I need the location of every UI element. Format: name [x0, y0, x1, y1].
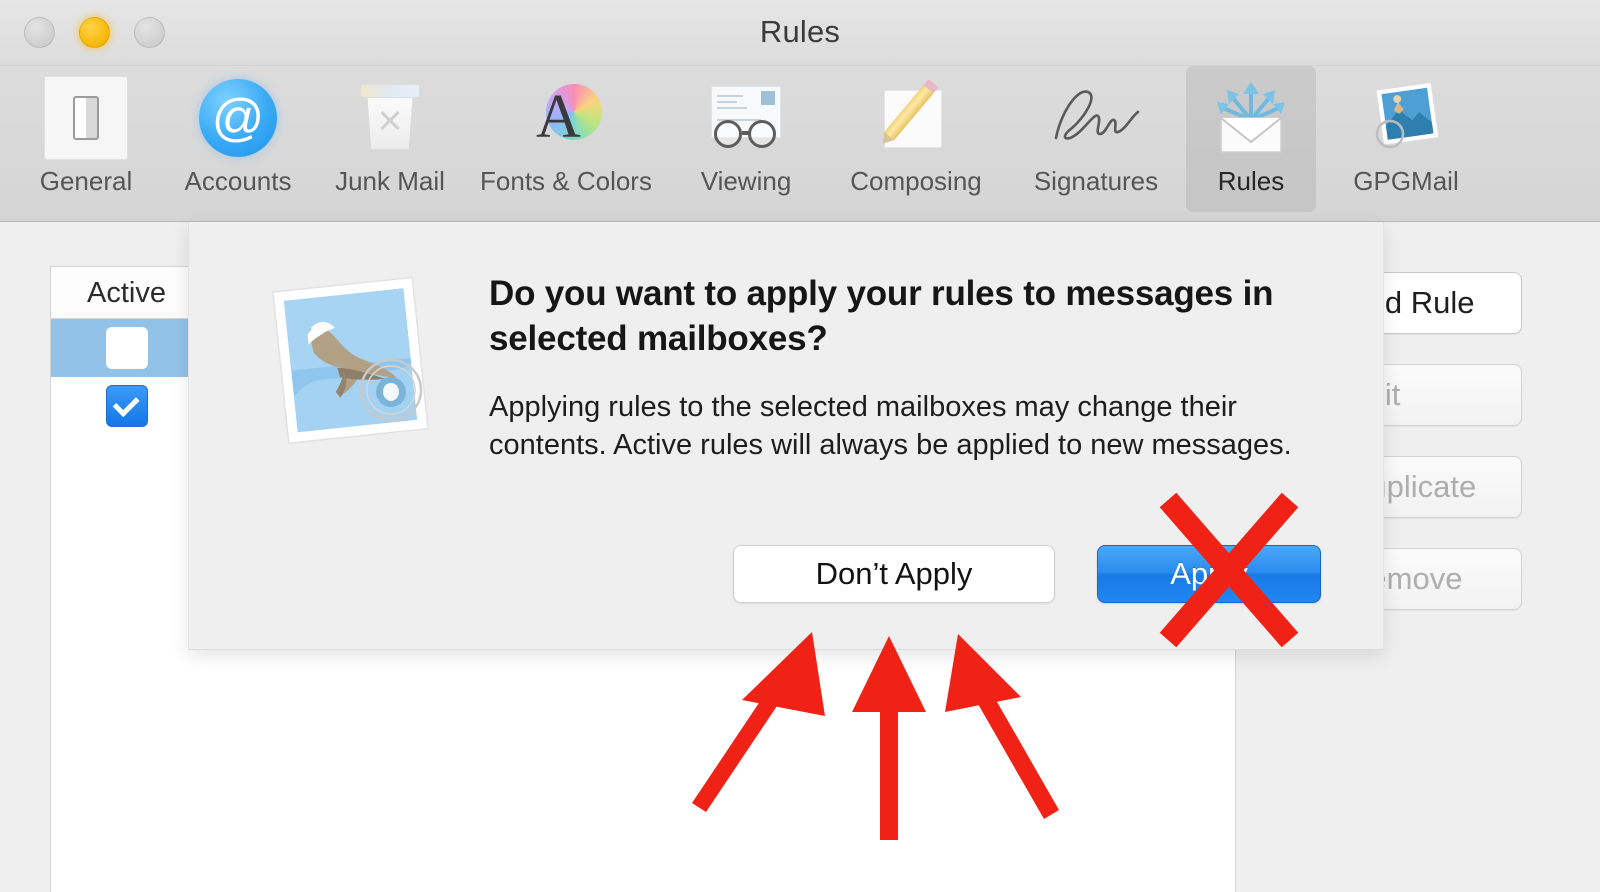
- toolbar-label-composing: Composing: [850, 166, 982, 196]
- toolbar-item-composing[interactable]: Composing: [826, 66, 1006, 212]
- toolbar-item-rules[interactable]: Rules: [1186, 66, 1316, 212]
- toolbar-item-accounts[interactable]: @ Accounts: [162, 66, 314, 212]
- toolbar-label-accounts: Accounts: [184, 166, 292, 196]
- trash-can-icon: [348, 76, 432, 160]
- apply-label: Apply: [1170, 556, 1248, 591]
- toolbar-item-junk-mail[interactable]: Junk Mail: [314, 66, 466, 212]
- apply-button[interactable]: Apply: [1097, 545, 1321, 603]
- rules-envelope-icon: [1209, 76, 1293, 160]
- rule-active-checkbox[interactable]: [106, 385, 148, 427]
- toolbar-item-gpgmail[interactable]: GPGMail: [1316, 66, 1496, 212]
- toolbar-item-signatures[interactable]: Signatures: [1006, 66, 1186, 212]
- preferences-toolbar: General @ Accounts Junk Mail A Fonts & C…: [0, 66, 1600, 222]
- toolbar-label-fonts-colors: Fonts & Colors: [480, 166, 652, 196]
- toolbar-item-viewing[interactable]: Viewing: [666, 66, 826, 212]
- font-color-icon: A: [524, 76, 608, 160]
- rule-active-cell[interactable]: [51, 385, 203, 427]
- dont-apply-label: Don’t Apply: [815, 556, 973, 591]
- window-titlebar: Rules: [0, 0, 1600, 66]
- signature-icon: [1046, 76, 1146, 160]
- toolbar-label-junk-mail: Junk Mail: [335, 166, 445, 196]
- toolbar-label-rules: Rules: [1217, 166, 1285, 196]
- rule-active-cell[interactable]: [51, 327, 203, 369]
- toolbar-label-gpgmail: GPGMail: [1353, 166, 1459, 196]
- window-title: Rules: [759, 14, 841, 49]
- dialog-message: Applying rules to the selected mailboxes…: [489, 390, 1292, 462]
- eyeglasses-icon: [704, 76, 788, 160]
- dialog-buttons: Don’t Apply Apply: [733, 545, 1321, 603]
- pencil-icon: [874, 76, 958, 160]
- at-sign-icon: @: [196, 76, 280, 160]
- dialog-title: Do you want to apply your rules to messa…: [489, 274, 1274, 358]
- general-icon: [44, 76, 128, 160]
- toolbar-label-general: General: [39, 166, 133, 196]
- preferences-window: Rules General @ Accounts Junk Mail A Fon…: [0, 0, 1600, 892]
- gpgmail-stamp-icon: [1364, 76, 1448, 160]
- toolbar-item-fonts-colors[interactable]: A Fonts & Colors: [466, 66, 666, 212]
- dialog-text-block: Do you want to apply your rules to messa…: [489, 272, 1319, 465]
- toolbar-label-signatures: Signatures: [1033, 166, 1159, 196]
- dont-apply-button[interactable]: Don’t Apply: [733, 545, 1055, 603]
- apply-rules-dialog: Do you want to apply your rules to messa…: [188, 222, 1384, 650]
- toolbar-item-general[interactable]: General: [10, 66, 162, 212]
- rule-active-checkbox[interactable]: [106, 327, 148, 369]
- toolbar-label-viewing: Viewing: [700, 166, 792, 196]
- column-header-active: Active: [51, 267, 203, 318]
- mail-stamp-icon: [267, 270, 442, 460]
